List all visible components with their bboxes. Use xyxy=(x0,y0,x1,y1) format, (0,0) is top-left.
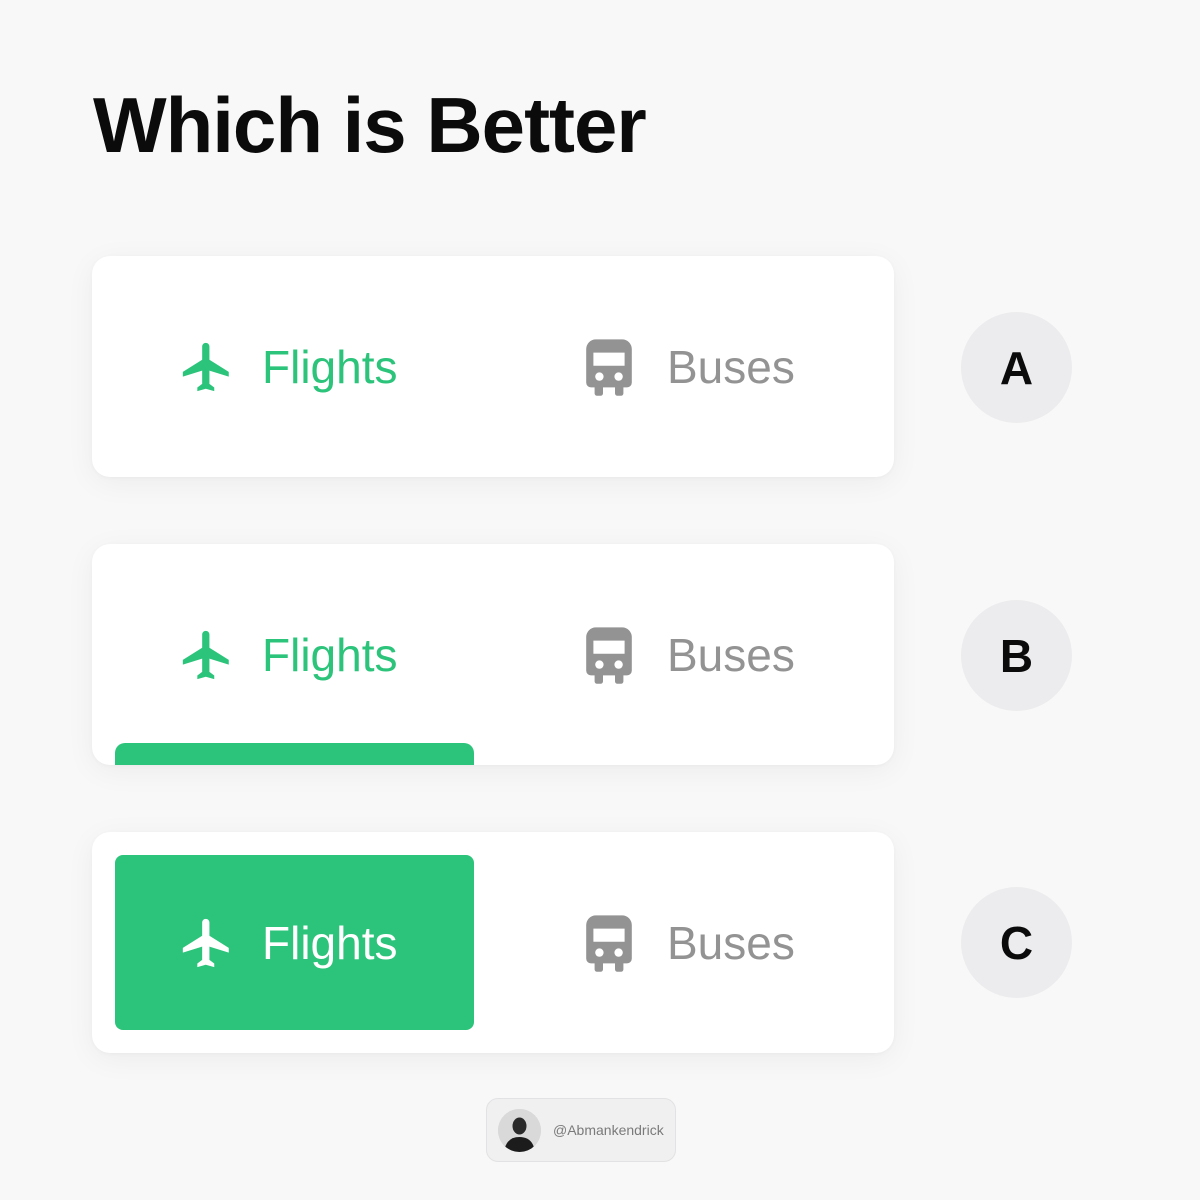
active-tab-indicator xyxy=(115,743,474,765)
tab-flights[interactable]: Flights xyxy=(178,336,397,398)
option-c-badge[interactable]: C xyxy=(961,887,1072,998)
bus-icon xyxy=(585,626,633,684)
tab-buses[interactable]: Buses xyxy=(585,336,795,398)
tab-buses-label: Buses xyxy=(667,341,795,393)
tab-flights-label: Flights xyxy=(262,341,398,393)
author-handle: @Abmankendrick xyxy=(553,1122,664,1138)
tab-flights-label: Flights xyxy=(262,629,398,681)
tab-bar-option-b: Flights Buses xyxy=(92,544,894,765)
tab-flights-label: Flights xyxy=(262,917,398,969)
option-b-badge[interactable]: B xyxy=(961,600,1072,711)
airplane-icon xyxy=(178,912,236,974)
airplane-icon xyxy=(178,336,236,398)
author-chip[interactable]: @Abmankendrick xyxy=(486,1098,676,1162)
tab-buses[interactable]: Buses xyxy=(585,624,795,686)
page-title: Which is Better xyxy=(93,81,647,169)
airplane-icon xyxy=(178,624,236,686)
tab-buses[interactable]: Buses xyxy=(585,912,795,974)
tab-bar-option-c: Flights Buses xyxy=(92,832,894,1053)
tab-flights[interactable]: Flights xyxy=(178,624,397,686)
tab-flights[interactable]: Flights xyxy=(178,912,397,974)
tab-buses-label: Buses xyxy=(667,629,795,681)
bus-icon xyxy=(585,338,633,396)
tab-buses-label: Buses xyxy=(667,917,795,969)
option-a-badge[interactable]: A xyxy=(961,312,1072,423)
avatar xyxy=(498,1108,541,1152)
tab-bar-option-a: Flights Buses xyxy=(92,256,894,477)
bus-icon xyxy=(585,914,633,972)
